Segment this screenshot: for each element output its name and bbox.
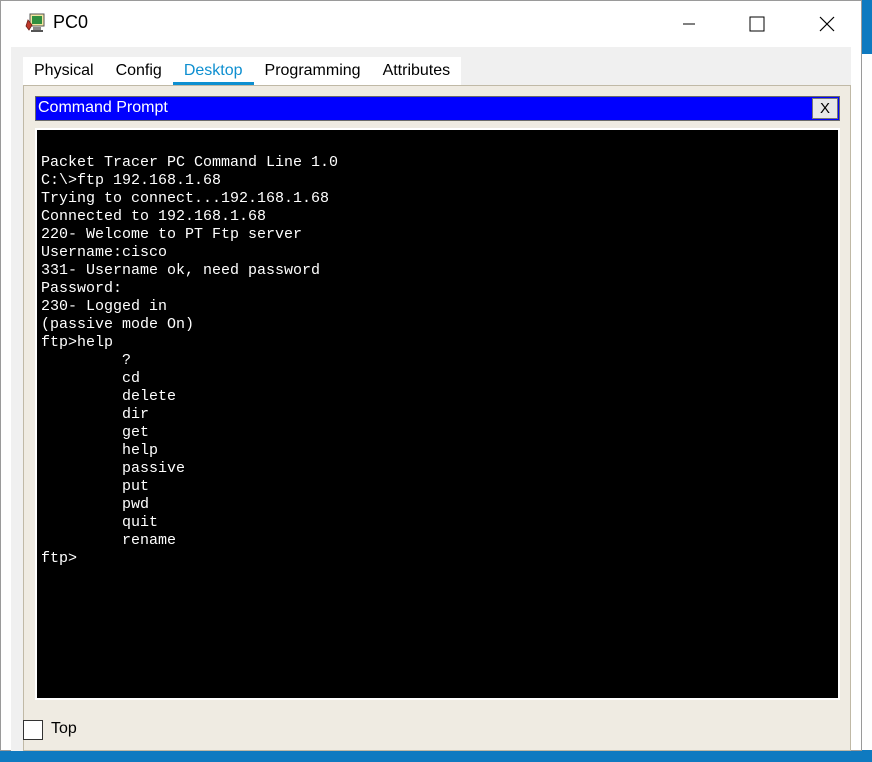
tab-attributes[interactable]: Attributes bbox=[371, 57, 462, 85]
title-bar[interactable]: PC0 bbox=[1, 1, 861, 47]
tab-programming[interactable]: Programming bbox=[253, 57, 372, 85]
window-title: PC0 bbox=[53, 12, 89, 32]
terminal-line: C:\>ftp 192.168.1.68 bbox=[41, 172, 222, 189]
command-prompt-header: Command Prompt X bbox=[35, 96, 840, 121]
tab-strip: Physical Config Desktop Programming Attr… bbox=[23, 57, 462, 85]
terminal-output[interactable]: Packet Tracer PC Command Line 1.0 C:\>ftp… bbox=[35, 128, 840, 700]
pc0-window: PC0 Physical Config Desktop Programming … bbox=[0, 0, 862, 751]
terminal-line: ftp> bbox=[41, 550, 78, 567]
terminal-line: Trying to connect...192.168.1.68 bbox=[41, 190, 330, 207]
terminal-line: pwd bbox=[41, 496, 150, 513]
tab-desktop[interactable]: Desktop bbox=[172, 57, 254, 85]
terminal-line: quit bbox=[41, 514, 159, 531]
terminal-line: put bbox=[41, 478, 150, 495]
terminal-line: 220- Welcome to PT Ftp server bbox=[41, 226, 303, 243]
window-body: Physical Config Desktop Programming Attr… bbox=[11, 47, 851, 751]
terminal-line: passive bbox=[41, 460, 186, 477]
minimize-button[interactable] bbox=[665, 9, 711, 39]
tab-config[interactable]: Config bbox=[104, 57, 173, 85]
terminal-line: 230- Logged in bbox=[41, 298, 168, 315]
maximize-button[interactable] bbox=[733, 9, 779, 39]
terminal-line: rename bbox=[41, 532, 177, 549]
maximize-icon bbox=[749, 16, 765, 32]
desktop-taskbar-edge bbox=[0, 750, 872, 762]
terminal-line: ? bbox=[41, 352, 132, 369]
minimize-icon bbox=[683, 23, 695, 25]
terminal-line: get bbox=[41, 424, 150, 441]
desktop-panel: Command Prompt X Packet Tracer PC Comman… bbox=[23, 85, 851, 751]
terminal-line: Packet Tracer PC Command Line 1.0 bbox=[41, 154, 339, 171]
terminal-line: ftp>help bbox=[41, 334, 114, 351]
terminal-line: help bbox=[41, 442, 159, 459]
close-button[interactable] bbox=[803, 9, 849, 39]
top-checkbox-label: Top bbox=[51, 720, 77, 737]
terminal-line: 331- Username ok, need password bbox=[41, 262, 321, 279]
desktop-background-right bbox=[862, 0, 872, 54]
top-checkbox[interactable] bbox=[23, 720, 43, 740]
terminal-line: Connected to 192.168.1.68 bbox=[41, 208, 267, 225]
command-prompt-title: Command Prompt bbox=[38, 99, 168, 116]
terminal-line: Password: bbox=[41, 280, 123, 297]
terminal-line: (passive mode On) bbox=[41, 316, 195, 333]
pc-app-icon bbox=[25, 12, 47, 34]
terminal-line: dir bbox=[41, 406, 150, 423]
terminal-line: Username:cisco bbox=[41, 244, 168, 261]
terminal-line: cd bbox=[41, 370, 141, 387]
command-prompt-close-button[interactable]: X bbox=[812, 98, 838, 119]
terminal-line: delete bbox=[41, 388, 177, 405]
close-icon bbox=[819, 16, 835, 32]
tab-physical[interactable]: Physical bbox=[23, 57, 105, 85]
